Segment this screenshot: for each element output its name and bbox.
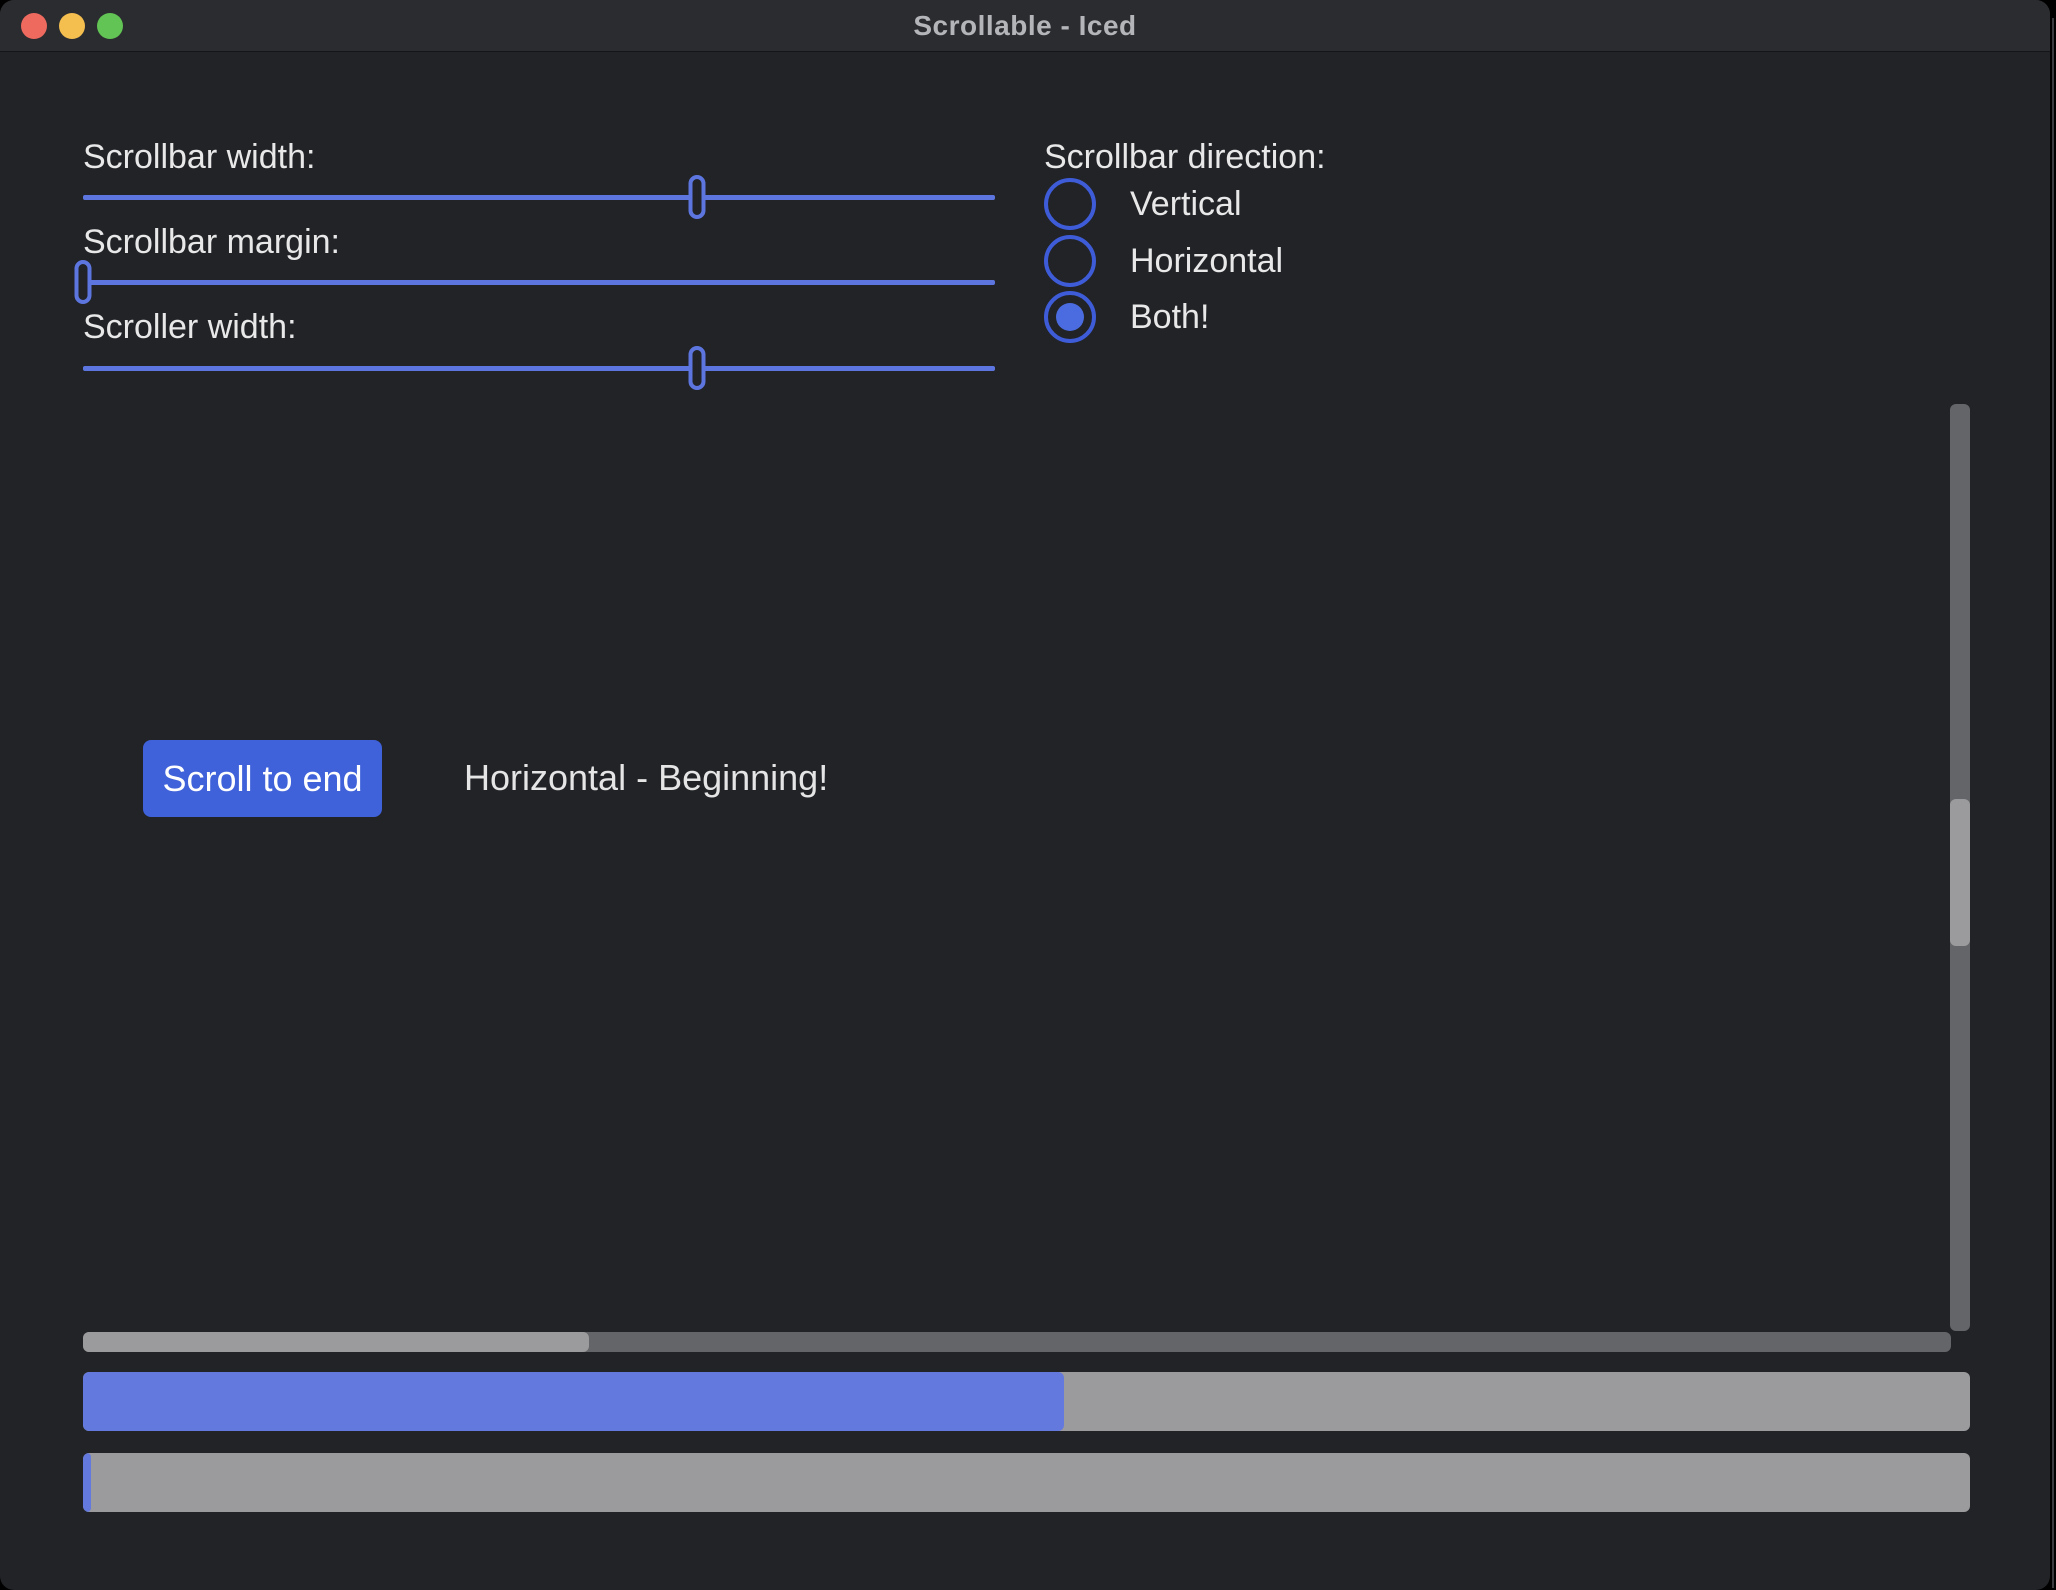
horizontal-scrollbar[interactable]	[83, 1332, 1951, 1352]
scrollbar-width-label: Scrollbar width:	[83, 136, 315, 178]
slider-handle[interactable]	[688, 346, 705, 390]
progressbar-fill	[83, 1372, 1064, 1431]
scroll-to-end-button[interactable]: Scroll to end	[143, 740, 382, 817]
radio-horizontal-label[interactable]: Horizontal	[1130, 240, 1283, 282]
slider-track[interactable]	[83, 280, 995, 285]
radio-vertical-label[interactable]: Vertical	[1130, 183, 1242, 225]
slider-handle[interactable]	[688, 175, 705, 219]
vertical-scrollbar[interactable]	[1950, 404, 1970, 1331]
scrollbar-direction-label: Scrollbar direction:	[1044, 136, 1326, 178]
window-title: Scrollable - Iced	[0, 0, 2050, 52]
radio-both-label[interactable]: Both!	[1130, 296, 1209, 338]
horizontal-scroll-progressbar	[83, 1453, 1970, 1512]
progressbar-fill	[83, 1453, 91, 1512]
scroller-width-slider[interactable]	[83, 346, 995, 390]
scrollbar-margin-label: Scrollbar margin:	[83, 221, 340, 263]
slider-track[interactable]	[83, 195, 995, 200]
horizontal-scroller[interactable]	[83, 1332, 589, 1352]
scrollbar-width-slider[interactable]	[83, 175, 995, 219]
radio-dot	[1056, 303, 1084, 331]
vertical-scroller[interactable]	[1950, 799, 1970, 946]
radio-both[interactable]	[1044, 291, 1096, 343]
titlebar: Scrollable - Iced	[0, 0, 2050, 52]
scrollbar-margin-slider[interactable]	[83, 260, 995, 304]
radio-horizontal[interactable]	[1044, 235, 1096, 287]
scroll-status-text: Horizontal - Beginning!	[464, 755, 828, 801]
vertical-scroll-progressbar	[83, 1372, 1970, 1431]
slider-track[interactable]	[83, 366, 995, 371]
radio-vertical[interactable]	[1044, 178, 1096, 230]
window-edge-line	[2052, 18, 2054, 1588]
slider-handle[interactable]	[75, 260, 92, 304]
app-window: Scrollable - Iced Scrollbar width: Scrol…	[0, 0, 2050, 1590]
scroller-width-label: Scroller width:	[83, 306, 297, 348]
